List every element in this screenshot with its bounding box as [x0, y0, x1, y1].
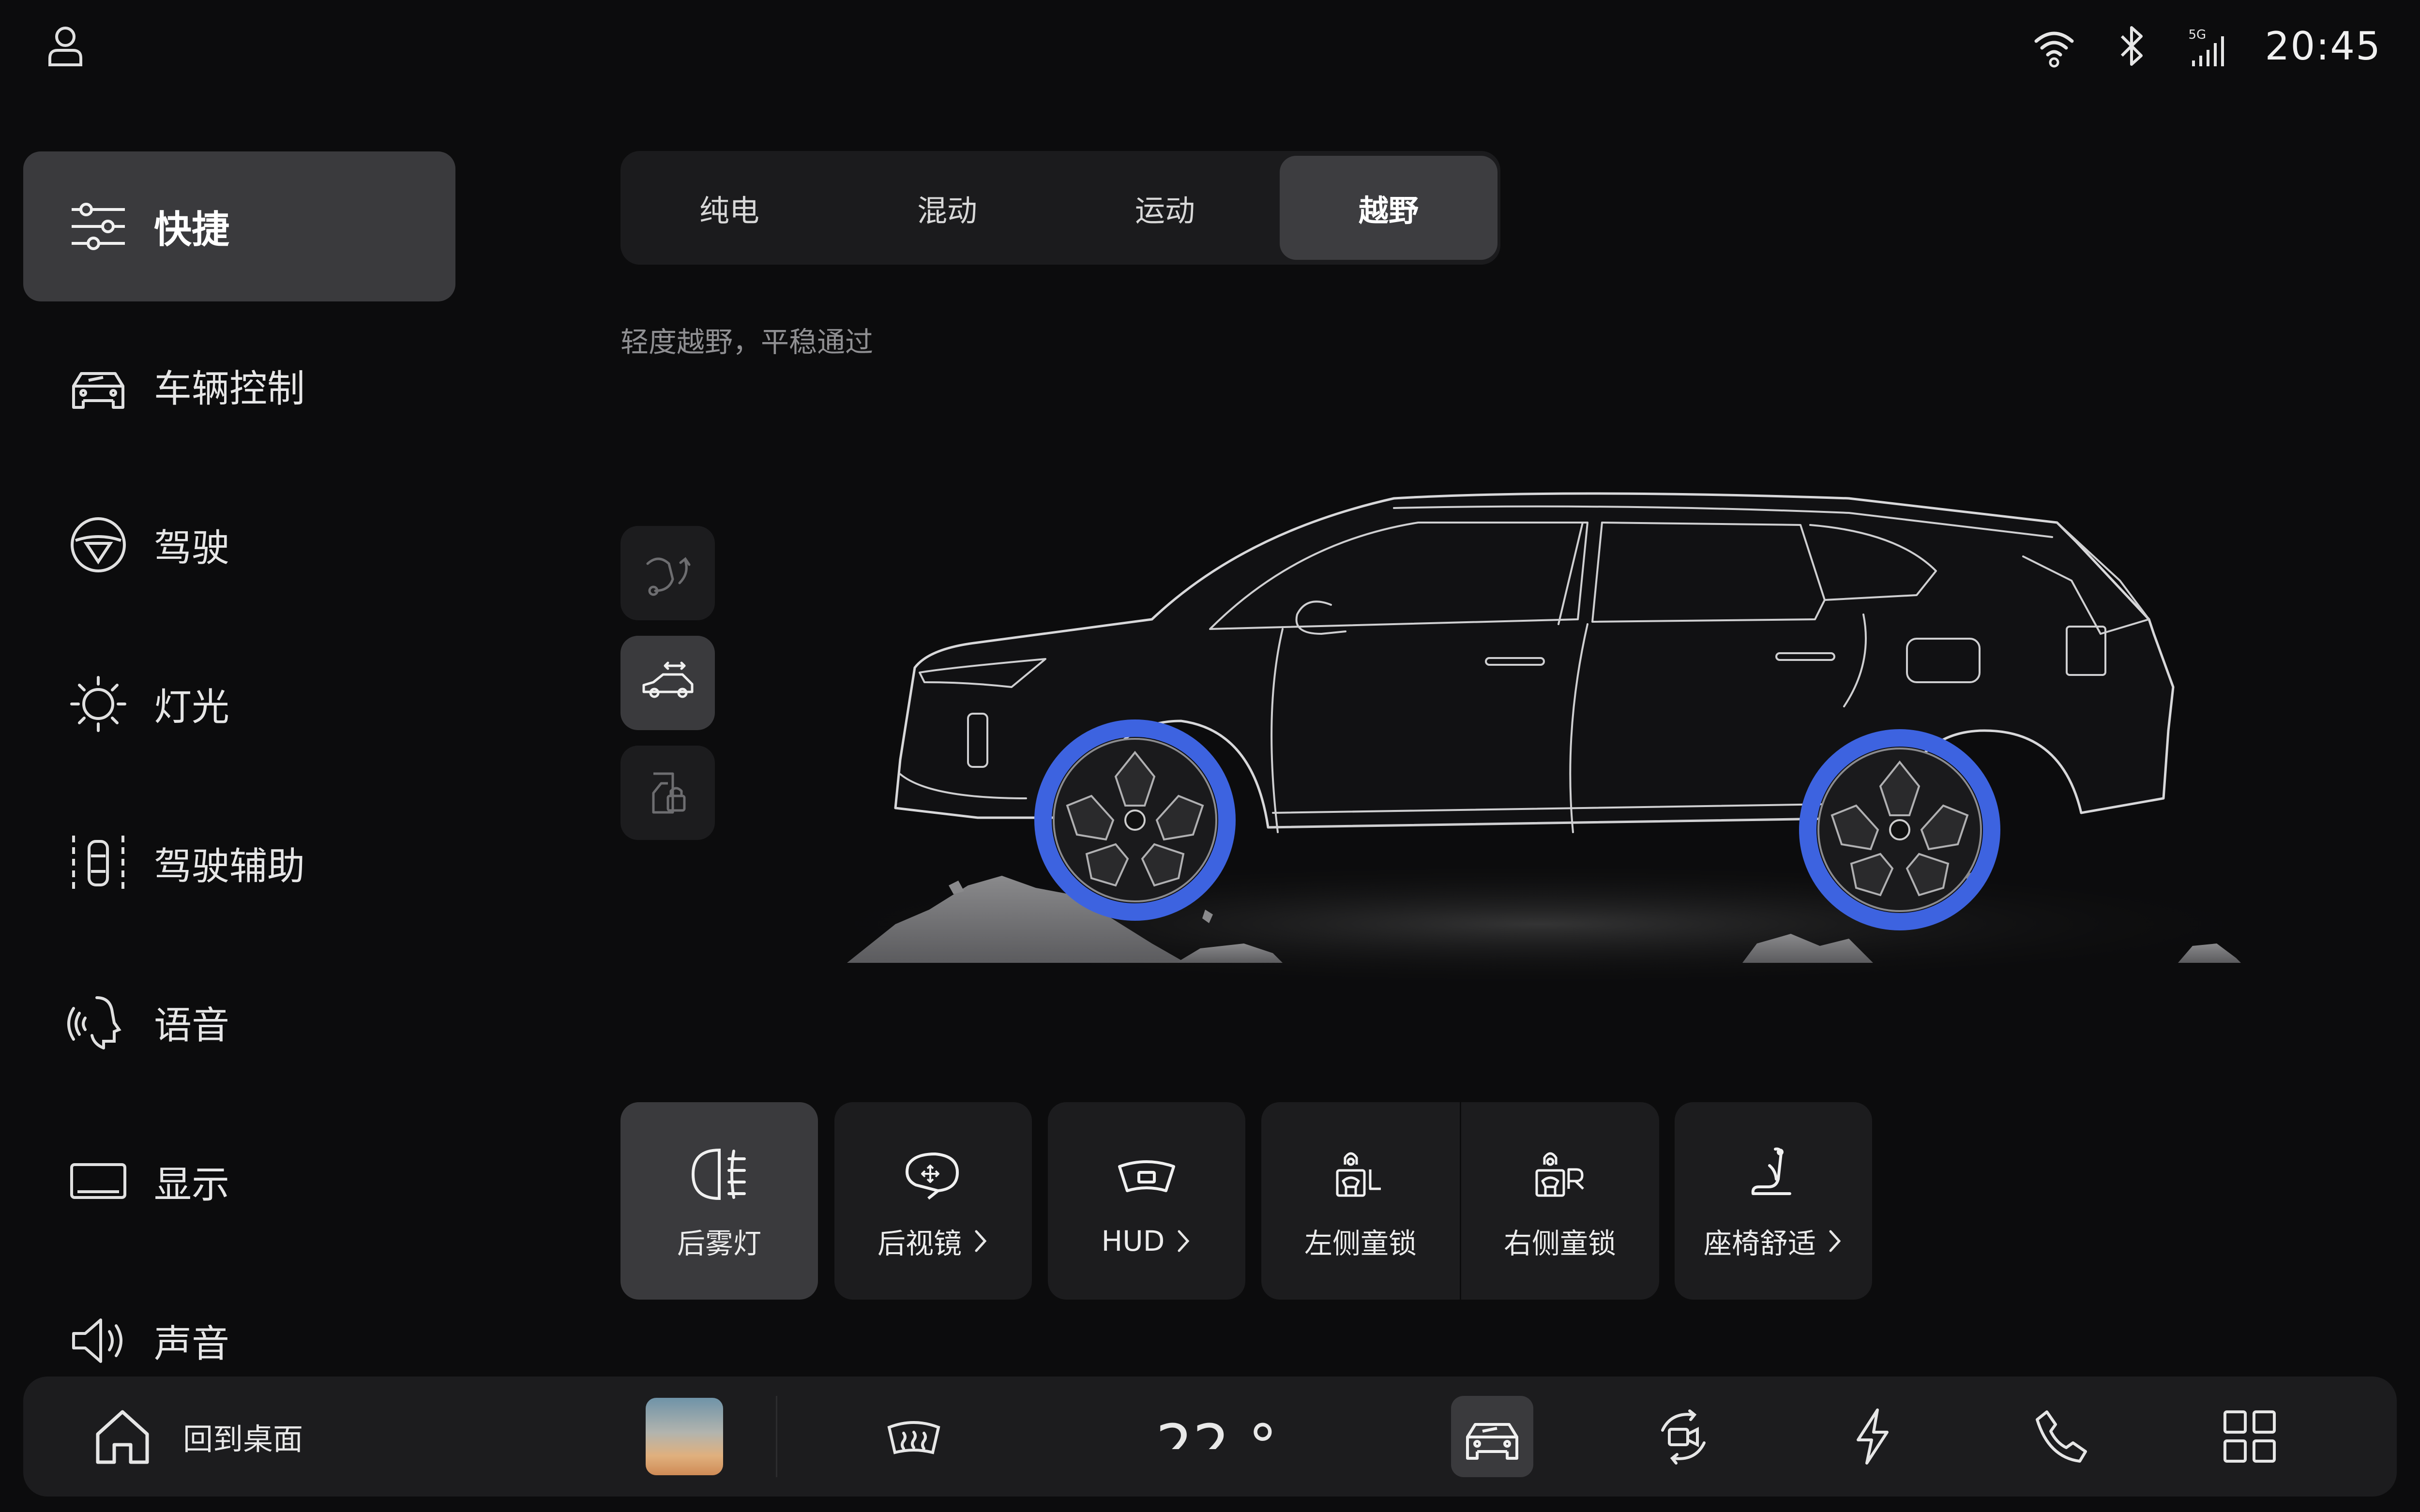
sidebar-item-voice[interactable]: 语音	[23, 947, 455, 1097]
mirror-label: 后视镜	[877, 1227, 962, 1260]
rear-wheel-highlight	[1799, 729, 2000, 930]
assist-icon	[67, 832, 130, 895]
rear-fog-light-button[interactable]: 后雾灯	[620, 1102, 818, 1300]
tab-pure-electric[interactable]: 纯电	[620, 156, 838, 260]
hud-icon	[1113, 1144, 1180, 1212]
rotate-view-button[interactable]	[620, 526, 715, 620]
light-icon	[67, 673, 130, 735]
home-label: 回到桌面	[183, 1422, 303, 1457]
wifi-icon[interactable]	[2032, 22, 2076, 70]
sidebar-item-label: 灯光	[154, 686, 230, 729]
sidebar-item-label: 声音	[154, 1322, 230, 1366]
network-type: 5G	[2188, 28, 2207, 42]
camera-button[interactable]	[1640, 1377, 1727, 1497]
drive-mode-selector: 纯电 混动 运动 越野	[620, 151, 1500, 265]
apps-button[interactable]	[2206, 1377, 2293, 1497]
car-icon	[1466, 1423, 1518, 1460]
sidebar-item-label: 驾驶辅助	[154, 845, 305, 888]
chevron-right-icon	[1829, 1230, 1841, 1252]
car-side-view-button[interactable]	[620, 636, 715, 730]
right-child-lock-button[interactable]: 右侧童锁	[1461, 1102, 1659, 1300]
signal-icon: 5G	[2187, 22, 2231, 70]
steering-wheel-icon	[67, 513, 130, 576]
rear-fog-light-icon	[685, 1140, 753, 1208]
charge-button[interactable]	[1829, 1377, 1916, 1497]
speaker-icon	[67, 1309, 130, 1372]
media-thumbnail[interactable]	[646, 1398, 723, 1475]
bottom-dock: 回到桌面 22 °	[23, 1377, 2397, 1497]
sidebar-item-label: 驾驶	[154, 526, 230, 570]
seat-comfort-label: 座椅舒适	[1703, 1227, 1816, 1260]
voice-icon	[67, 991, 130, 1054]
apps-grid-icon	[2223, 1410, 2276, 1463]
child-lock-right-icon	[1526, 1140, 1594, 1208]
sidebar-item-vehicle-control[interactable]: 车辆控制	[23, 311, 455, 461]
hud-label: HUD	[1101, 1225, 1165, 1258]
mode-description: 轻度越野，平稳通过	[620, 326, 874, 359]
left-child-lock-label: 左侧童锁	[1304, 1227, 1417, 1260]
rear-fog-light-label: 后雾灯	[677, 1227, 761, 1260]
mirror-icon	[899, 1140, 967, 1208]
mirror-button[interactable]: 后视镜	[834, 1102, 1032, 1300]
clock: 20:45	[2265, 23, 2381, 69]
sidebar-item-label: 语音	[154, 1004, 230, 1048]
front-wheel-highlight	[1034, 719, 1236, 921]
vehicle-illustration	[784, 460, 2284, 1031]
sidebar-item-display[interactable]: 显示	[23, 1107, 455, 1257]
home-icon	[91, 1405, 154, 1468]
status-bar: 5G 20:45	[2032, 15, 2381, 77]
home-button[interactable]: 回到桌面	[91, 1377, 303, 1497]
chevron-right-icon	[975, 1230, 987, 1252]
bluetooth-icon[interactable]	[2110, 22, 2153, 70]
sidebar-item-label: 显示	[154, 1163, 230, 1207]
display-icon	[67, 1150, 130, 1213]
car-side-view-icon	[642, 661, 693, 698]
door-lock-view-button[interactable]	[620, 746, 715, 840]
sidebar-item-label: 车辆控制	[154, 367, 305, 411]
sidebar-item-driving[interactable]: 驾驶	[23, 470, 455, 620]
car-front-icon	[67, 354, 130, 417]
right-child-lock-label: 右侧童锁	[1503, 1227, 1616, 1260]
phone-icon	[2036, 1410, 2087, 1463]
phone-button[interactable]	[2017, 1377, 2104, 1497]
temperature-display[interactable]: 22 °	[1156, 1406, 1277, 1449]
hud-button[interactable]: HUD	[1048, 1102, 1245, 1300]
child-lock-left-icon	[1327, 1140, 1394, 1208]
camera-icon	[1661, 1409, 1706, 1465]
door-lock-view-icon	[652, 772, 685, 813]
left-child-lock-button[interactable]: 左侧童锁	[1261, 1102, 1460, 1300]
sidebar-item-lights[interactable]: 灯光	[23, 629, 455, 779]
rotate-view-icon	[646, 556, 690, 596]
tab-hybrid[interactable]: 混动	[838, 156, 1056, 260]
tab-offroad[interactable]: 越野	[1280, 156, 1497, 260]
seat-comfort-button[interactable]: 座椅舒适	[1675, 1102, 1872, 1300]
seat-icon	[1739, 1140, 1807, 1208]
chevron-right-icon	[1178, 1230, 1190, 1252]
defrost-icon	[887, 1421, 940, 1454]
sidebar-item-label: 快捷	[154, 208, 230, 252]
tab-sport[interactable]: 运动	[1056, 156, 1274, 260]
user-icon[interactable]	[46, 24, 85, 68]
divider	[776, 1396, 777, 1477]
sliders-icon	[67, 195, 130, 258]
sidebar-item-shortcuts[interactable]: 快捷	[23, 151, 455, 301]
sidebar-item-driving-assist[interactable]: 驾驶辅助	[23, 788, 455, 938]
vehicle-button[interactable]	[1451, 1396, 1533, 1477]
child-lock-group: 左侧童锁 右侧童锁	[1261, 1102, 1659, 1300]
defrost-button[interactable]	[870, 1377, 957, 1497]
charge-icon	[1857, 1408, 1889, 1465]
